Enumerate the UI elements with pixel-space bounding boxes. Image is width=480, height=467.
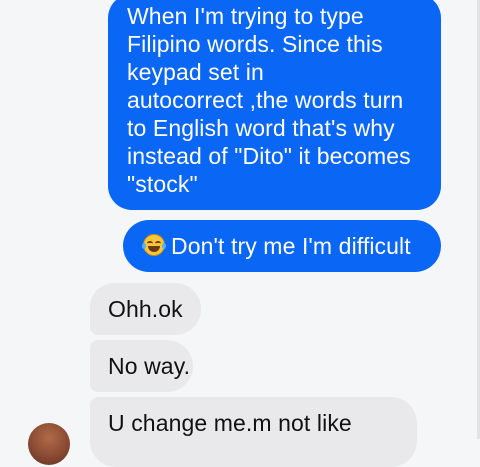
contact-avatar[interactable]	[28, 423, 70, 465]
laughing-tears-emoji-icon	[142, 234, 166, 256]
message-text: Ohh.ok	[108, 296, 183, 322]
outgoing-message-bubble[interactable]: Don't try me I'm difficult	[123, 220, 441, 272]
message-text: No way.	[108, 353, 191, 379]
outgoing-message-bubble[interactable]: When I'm trying to type Filipino words. …	[108, 0, 441, 210]
message-thread[interactable]: When I'm trying to type Filipino words. …	[0, 0, 480, 467]
incoming-message-bubble[interactable]: Ohh.ok	[90, 283, 201, 335]
incoming-message-bubble[interactable]: U change me.m not like	[90, 397, 417, 467]
message-text: U change me.m not like	[108, 410, 352, 436]
message-text: Don't try me I'm difficult	[171, 233, 411, 259]
incoming-message-bubble[interactable]: No way.	[90, 340, 193, 392]
